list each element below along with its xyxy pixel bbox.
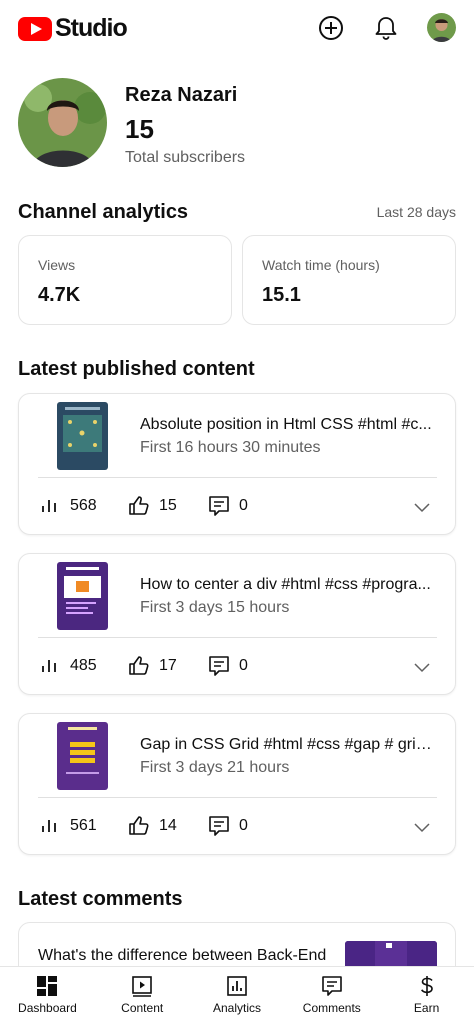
chevron-down-icon[interactable] (413, 818, 431, 836)
video-time: First 3 days 21 hours (140, 759, 290, 776)
views-value: 485 (70, 657, 97, 674)
watch-time-card[interactable]: Watch time (hours) 15.1 (242, 235, 456, 325)
nav-dashboard[interactable]: Dashboard (0, 967, 95, 1021)
channel-profile: Reza Nazari 15 Total subscribers (18, 78, 458, 170)
comment-icon (209, 656, 229, 676)
views-stat: 485 (38, 654, 97, 678)
video-card[interactable]: Absolute position in Html CSS #html #c..… (18, 393, 456, 535)
comments-value: 0 (239, 657, 248, 674)
comments-stat: 0 (207, 494, 248, 518)
nav-comments[interactable]: Comments (284, 967, 379, 1021)
video-title[interactable]: Gap in CSS Grid #html #css #gap # grid..… (140, 736, 436, 754)
comments-stat: 0 (207, 814, 248, 838)
nav-label: Dashboard (18, 1001, 77, 1015)
youtube-play-icon (18, 16, 52, 41)
dashboard-icon (37, 976, 58, 996)
video-thumbnail[interactable] (57, 402, 108, 470)
views-stat: 568 (38, 494, 97, 518)
dollar-icon (420, 976, 433, 996)
youtube-studio-logo[interactable]: Studio (18, 14, 128, 43)
comment-icon (209, 496, 229, 516)
channel-analytics-title: Channel analytics (18, 201, 189, 223)
divider (38, 797, 437, 798)
metric-value: 15.1 (262, 284, 301, 306)
comment-icon (209, 816, 229, 836)
likes-stat: 17 (127, 654, 177, 678)
nav-label: Content (121, 1001, 164, 1015)
views-icon (42, 660, 56, 672)
comments-value: 0 (239, 817, 248, 834)
video-card[interactable]: Gap in CSS Grid #html #css #gap # grid..… (18, 713, 456, 855)
video-thumbnail[interactable] (57, 562, 108, 630)
video-thumbnail[interactable] (57, 722, 108, 790)
content-icon (132, 976, 152, 997)
latest-comments-title: Latest comments (18, 888, 183, 910)
create-icon[interactable] (317, 14, 345, 42)
thumbs-up-icon (129, 816, 149, 835)
comments-icon (321, 976, 342, 996)
likes-stat: 14 (127, 814, 177, 838)
bell-icon[interactable] (372, 14, 400, 42)
nav-analytics[interactable]: Analytics (190, 967, 285, 1021)
likes-value: 14 (159, 817, 177, 834)
analytics-icon (227, 976, 247, 996)
nav-content[interactable]: Content (95, 967, 190, 1021)
subscriber-count: 15 (125, 114, 154, 144)
divider (38, 477, 437, 478)
channel-avatar[interactable] (18, 78, 107, 167)
likes-value: 17 (159, 657, 177, 674)
comment-text: What's the difference between Back-End (38, 947, 327, 964)
comments-value: 0 (239, 497, 248, 514)
metric-label: Watch time (hours) (262, 257, 380, 273)
analytics-range: Last 28 days (376, 204, 456, 220)
subscriber-label: Total subscribers (125, 149, 246, 166)
views-icon (42, 820, 56, 832)
metric-label: Views (38, 257, 76, 273)
video-title[interactable]: Absolute position in Html CSS #html #c..… (140, 416, 436, 434)
nav-label: Comments (302, 1001, 361, 1015)
nav-earn[interactable]: Earn (379, 967, 474, 1021)
logo-text: Studio (55, 14, 128, 42)
chevron-down-icon[interactable] (413, 658, 431, 676)
metric-value: 4.7K (38, 284, 81, 306)
views-card[interactable]: Views 4.7K (18, 235, 232, 325)
thumbs-up-icon (129, 496, 149, 515)
likes-value: 15 (159, 497, 177, 514)
nav-label: Earn (413, 1001, 440, 1015)
views-icon (42, 500, 56, 512)
account-avatar[interactable] (427, 13, 456, 42)
video-card[interactable]: How to center a div #html #css #progra..… (18, 553, 456, 695)
video-time: First 16 hours 30 minutes (140, 439, 321, 456)
chevron-down-icon[interactable] (413, 498, 431, 516)
likes-stat: 15 (127, 494, 177, 518)
views-stat: 561 (38, 814, 97, 838)
divider (38, 637, 437, 638)
bottom-navigation: Dashboard Content Analytics Comments Ear… (0, 966, 474, 1021)
channel-name: Reza Nazari (125, 84, 238, 106)
video-time: First 3 days 15 hours (140, 599, 290, 616)
latest-content-title: Latest published content (18, 358, 255, 380)
video-title[interactable]: How to center a div #html #css #progra..… (140, 576, 436, 594)
nav-label: Analytics (212, 1001, 261, 1015)
top-app-bar: Studio (0, 0, 474, 58)
views-value: 561 (70, 817, 97, 834)
views-value: 568 (70, 497, 97, 514)
comments-stat: 0 (207, 654, 248, 678)
thumbs-up-icon (129, 656, 149, 675)
